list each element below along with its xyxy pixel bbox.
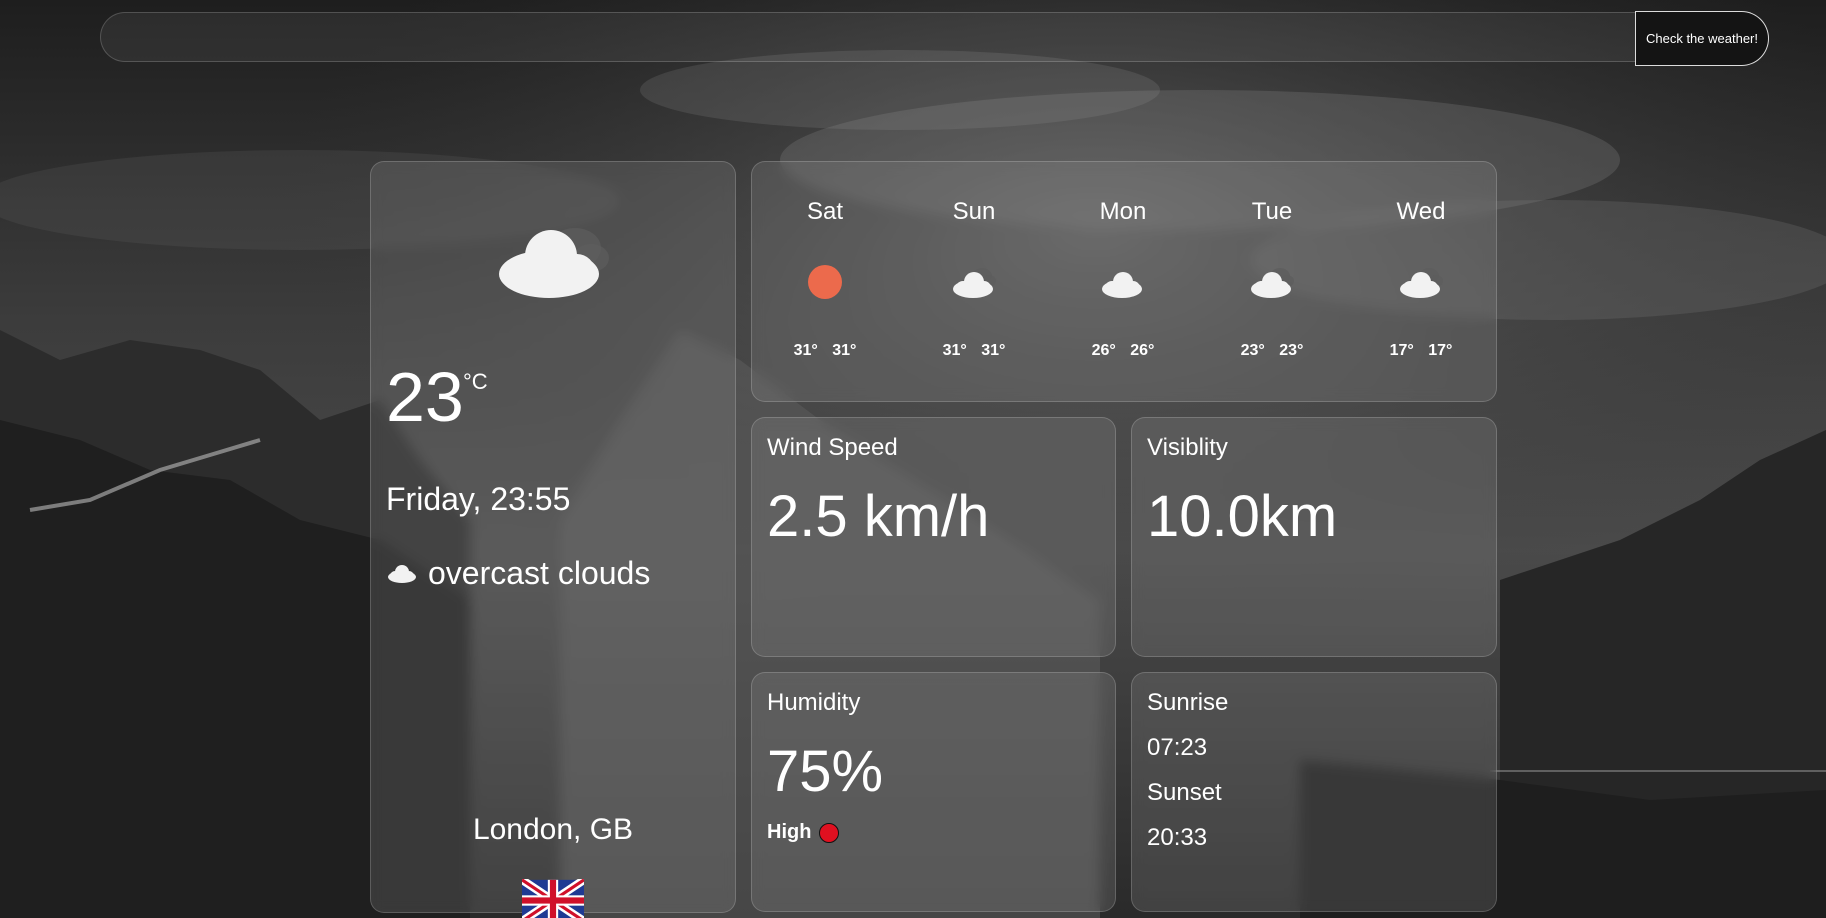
forecast-day-name: Sat — [806, 198, 844, 225]
wind-speed-title: Wind Speed — [767, 434, 898, 461]
cloud-icon — [499, 228, 609, 298]
visibility-value: 10.0km — [1147, 484, 1338, 549]
location-name: London, GB — [472, 813, 634, 846]
gb-flag-icon — [522, 879, 584, 918]
cloud-icon — [953, 268, 996, 298]
wind-speed-card: Wind Speed 2.5 km/h — [751, 417, 1116, 657]
sun-icon — [808, 265, 842, 299]
visibility-title: Visiblity — [1147, 434, 1228, 461]
forecast-day-name: Tue — [1251, 198, 1293, 225]
forecast-day-name: Wed — [1396, 198, 1446, 225]
check-weather-button[interactable]: Check the weather! — [1635, 11, 1769, 66]
visibility-card: Visiblity 10.0km — [1131, 417, 1497, 657]
weather-condition: overcast clouds — [386, 554, 650, 592]
wind-speed-value: 2.5 km/h — [767, 484, 990, 549]
forecast-day-temps: 23° 23° — [1240, 342, 1304, 359]
forecast-day-temps: 17° 17° — [1389, 342, 1453, 359]
sunrise-label: Sunrise — [1147, 689, 1229, 716]
forecast-day: Sat 31° 31° — [765, 162, 885, 401]
forecast-card: Sat 31° 31° Sun 31° 31° Mon 26° 26° Tue … — [751, 161, 1497, 402]
forecast-list: Sat 31° 31° Sun 31° 31° Mon 26° 26° Tue … — [752, 162, 1496, 401]
humidity-title: Humidity — [767, 689, 861, 716]
cloud-icon — [1251, 268, 1294, 298]
sunset-time: 20:33 — [1147, 824, 1208, 851]
cloud-icon — [388, 565, 416, 584]
search-bar: Check the weather! — [100, 11, 1769, 66]
current-temperature: 23 — [386, 358, 464, 436]
humidity-value: 75% — [767, 739, 884, 804]
current-weather-card: 23 °C Friday, 23:55 overcast clouds Lond… — [370, 161, 736, 918]
temperature-unit: °C — [463, 369, 488, 394]
cloud-icon — [1400, 268, 1443, 298]
sunrise-time: 07:23 — [1147, 734, 1208, 761]
current-datetime: Friday, 23:55 — [386, 481, 571, 517]
forecast-day: Mon 26° 26° — [1063, 162, 1183, 401]
humidity-card: Humidity 75% High — [751, 672, 1116, 912]
condition-text: overcast clouds — [428, 555, 651, 591]
forecast-day: Sun 31° 31° — [914, 162, 1034, 401]
humidity-level-text: High — [767, 821, 812, 843]
forecast-day-temps: 26° 26° — [1091, 342, 1155, 359]
cloud-icon — [1102, 272, 1142, 298]
forecast-day: Tue 23° 23° — [1212, 162, 1332, 401]
humidity-level-indicator — [819, 822, 840, 843]
forecast-day-temps: 31° 31° — [942, 342, 1006, 359]
forecast-day-name: Mon — [1099, 198, 1147, 225]
forecast-day-temps: 31° 31° — [793, 342, 857, 359]
humidity-level: High — [767, 821, 840, 844]
sunset-label: Sunset — [1147, 779, 1222, 806]
sun-times-card: Sunrise 07:23 Sunset 20:33 — [1131, 672, 1497, 912]
city-search-input[interactable] — [100, 12, 1740, 62]
forecast-day: Wed 17° 17° — [1361, 162, 1481, 401]
forecast-day-name: Sun — [952, 198, 996, 225]
